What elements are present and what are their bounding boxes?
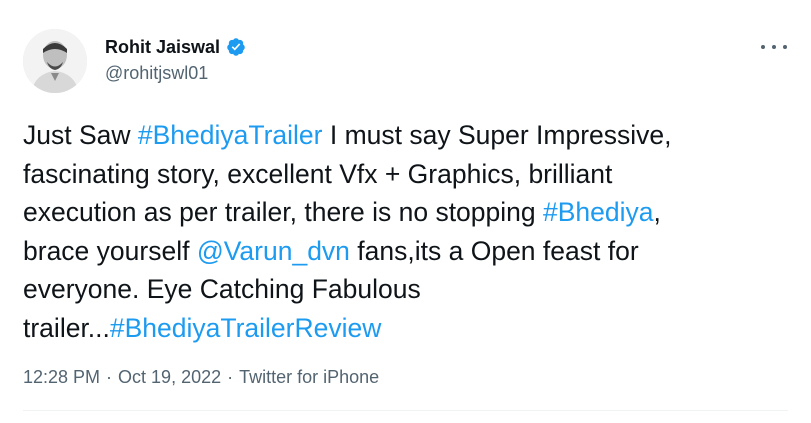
tweet-time[interactable]: 12:28 PM: [23, 367, 100, 387]
tweet-text-line: Just Saw #BhediyaTrailer I must say Supe…: [23, 116, 793, 155]
author-display-name[interactable]: Rohit Jaiswal: [105, 37, 220, 57]
tweet-text-segment: execution as per trailer, there is no st…: [23, 197, 543, 227]
mention-link[interactable]: @Varun_dvn: [197, 236, 350, 266]
tweet-text-segment: brace yourself: [23, 235, 197, 266]
tweet-text-segment: I must say Super Impressive,: [322, 120, 672, 150]
tweet-text-line: trailer...#BhediyaTrailerReview: [23, 309, 793, 348]
tweet-source[interactable]: Twitter for iPhone: [239, 367, 379, 387]
tweet-text: Just Saw #BhediyaTrailer I must say Supe…: [23, 116, 793, 347]
tweet-text-segment: ,: [653, 197, 661, 227]
hashtag-link[interactable]: #BhediyaTrailerReview: [110, 313, 382, 343]
more-options-icon[interactable]: [761, 40, 787, 54]
meta-separator: ·: [106, 367, 113, 387]
more-dot: [772, 45, 776, 49]
tweet-text-line: fascinating story, excellent Vfx + Graph…: [23, 155, 793, 194]
divider: [23, 410, 788, 411]
more-dot: [761, 45, 765, 49]
avatar-image-icon: [23, 29, 87, 93]
author-handle[interactable]: @rohitjswl01: [105, 62, 208, 84]
tweet-text-segment: everyone. Eye Catching Fabulous: [23, 274, 421, 304]
verified-badge-icon: [226, 37, 246, 57]
tweet-text-segment: trailer...: [23, 312, 110, 343]
tweet-date[interactable]: Oct 19, 2022: [118, 367, 221, 387]
more-dot: [783, 45, 787, 49]
tweet-text-segment: Just Saw: [23, 120, 138, 150]
tweet-text-line: execution as per trailer, there is no st…: [23, 193, 793, 232]
hashtag-link[interactable]: #BhediyaTrailer: [138, 120, 323, 150]
tweet-card: Rohit Jaiswal @rohitjswl01 Just Saw #Bhe…: [0, 0, 811, 423]
hashtag-link[interactable]: #Bhediya: [543, 197, 654, 227]
author-name-row[interactable]: Rohit Jaiswal: [105, 37, 246, 57]
tweet-text-line: brace yourself @Varun_dvn fans,its a Ope…: [23, 232, 793, 271]
meta-separator: ·: [227, 367, 234, 387]
tweet-text-segment: fans,its a Open feast for: [349, 235, 639, 266]
tweet-text-line: everyone. Eye Catching Fabulous: [23, 270, 793, 309]
avatar[interactable]: [23, 29, 87, 93]
tweet-meta: 12:28 PM · Oct 19, 2022 · Twitter for iPhone: [23, 366, 379, 388]
tweet-text-segment: fascinating story, excellent Vfx + Graph…: [23, 158, 613, 189]
